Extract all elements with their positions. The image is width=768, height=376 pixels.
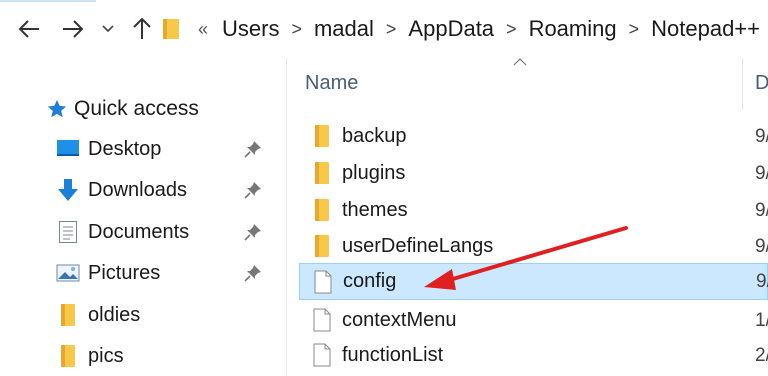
pin-icon[interactable] bbox=[244, 223, 262, 246]
folder-icon bbox=[163, 19, 179, 39]
recent-locations-button[interactable] bbox=[98, 12, 118, 46]
quick-access-label: Quick access bbox=[74, 97, 199, 120]
documents-icon bbox=[56, 220, 80, 244]
folder-icon bbox=[315, 235, 329, 257]
file-name: userDefineLangs bbox=[342, 235, 494, 257]
file-row-config[interactable]: config 9/ bbox=[299, 263, 768, 300]
forward-button[interactable] bbox=[58, 12, 88, 46]
folder-icon bbox=[56, 344, 80, 368]
breadcrumb-item-madal[interactable]: madal bbox=[314, 16, 374, 42]
pin-icon[interactable] bbox=[244, 140, 262, 163]
breadcrumb-separator[interactable]: > bbox=[386, 19, 397, 40]
breadcrumb-item-users[interactable]: Users bbox=[222, 16, 279, 42]
sidebar-item-label: pics bbox=[88, 344, 124, 367]
navigation-pane: Quick access Desktop Downloads Documents… bbox=[0, 58, 278, 376]
file-name: config bbox=[343, 270, 397, 292]
breadcrumb-item-roaming[interactable]: Roaming bbox=[529, 16, 617, 42]
file-list: Name D backup 9/ plugins 9/ themes 9/ us… bbox=[287, 58, 768, 376]
column-header-name[interactable]: Name bbox=[305, 72, 358, 95]
folder-icon bbox=[315, 162, 329, 184]
file-row-userdefinelangs[interactable]: userDefineLangs 9/ bbox=[299, 228, 768, 265]
sidebar-item-desktop[interactable]: Desktop bbox=[56, 132, 270, 166]
breadcrumb-item-notepadpp[interactable]: Notepad++ bbox=[651, 16, 760, 42]
up-button[interactable] bbox=[128, 12, 156, 46]
quick-access[interactable]: Quick access bbox=[46, 96, 199, 122]
breadcrumb-overflow[interactable]: « bbox=[198, 19, 208, 40]
sidebar-item-pictures[interactable]: Pictures bbox=[56, 256, 270, 290]
breadcrumb-separator[interactable]: > bbox=[291, 19, 302, 40]
address-bar[interactable]: « Users > madal > AppData > Roaming > No… bbox=[162, 8, 768, 50]
file-icon bbox=[313, 343, 331, 367]
folder-icon bbox=[315, 199, 329, 221]
file-row-contextmenu[interactable]: contextMenu 1/ bbox=[299, 302, 768, 339]
file-date: 1/ bbox=[755, 309, 768, 331]
breadcrumb-separator[interactable]: > bbox=[506, 19, 517, 40]
chevron-down-icon bbox=[102, 25, 114, 33]
sidebar-item-pics[interactable]: pics bbox=[56, 339, 270, 373]
breadcrumb-separator[interactable]: > bbox=[629, 19, 640, 40]
navigation-bar: « Users > madal > AppData > Roaming > No… bbox=[0, 0, 768, 58]
sidebar-item-label: Desktop bbox=[88, 137, 162, 160]
folder-icon bbox=[315, 125, 329, 147]
file-row-themes[interactable]: themes 9/ bbox=[299, 192, 768, 229]
star-icon bbox=[47, 99, 67, 118]
back-button[interactable] bbox=[14, 12, 44, 46]
sidebar-item-label: oldies bbox=[88, 303, 141, 326]
pin-icon[interactable] bbox=[244, 181, 262, 204]
file-name: contextMenu bbox=[342, 309, 457, 331]
file-name: plugins bbox=[342, 162, 406, 184]
sidebar-item-label: Documents bbox=[88, 220, 190, 243]
file-row-plugins[interactable]: plugins 9/ bbox=[299, 155, 768, 192]
sort-ascending-icon bbox=[513, 58, 527, 66]
file-row-backup[interactable]: backup 9/ bbox=[299, 118, 768, 155]
file-name: themes bbox=[342, 199, 408, 221]
file-icon bbox=[313, 308, 331, 332]
file-date: 9/ bbox=[756, 270, 768, 292]
pictures-icon bbox=[56, 261, 80, 285]
sidebar-item-documents[interactable]: Documents bbox=[56, 215, 270, 249]
desktop-icon bbox=[56, 137, 80, 161]
sidebar-item-oldies[interactable]: oldies bbox=[56, 298, 270, 332]
sidebar-item-label: Downloads bbox=[88, 178, 187, 201]
sidebar-item-downloads[interactable]: Downloads bbox=[56, 173, 270, 207]
download-icon bbox=[56, 178, 80, 202]
file-date: 9/ bbox=[755, 235, 768, 257]
breadcrumb-item-appdata[interactable]: AppData bbox=[408, 16, 494, 42]
column-resize-handle[interactable] bbox=[742, 58, 743, 110]
arrow-right-icon bbox=[63, 20, 84, 38]
file-date: 2/ bbox=[755, 344, 768, 366]
folder-icon bbox=[56, 303, 80, 327]
sidebar-item-label: Pictures bbox=[88, 261, 161, 284]
file-date: 9/ bbox=[755, 199, 768, 221]
file-icon bbox=[314, 270, 332, 294]
column-header-date[interactable]: D bbox=[755, 72, 768, 95]
arrow-left-icon bbox=[18, 20, 39, 38]
file-name: backup bbox=[342, 125, 407, 147]
arrow-up-icon bbox=[133, 18, 151, 39]
pin-icon[interactable] bbox=[244, 264, 262, 287]
file-date: 9/ bbox=[755, 125, 768, 147]
file-date: 9/ bbox=[755, 162, 768, 184]
file-row-functionlist[interactable]: functionList 2/ bbox=[299, 337, 768, 374]
file-name: functionList bbox=[342, 344, 444, 366]
